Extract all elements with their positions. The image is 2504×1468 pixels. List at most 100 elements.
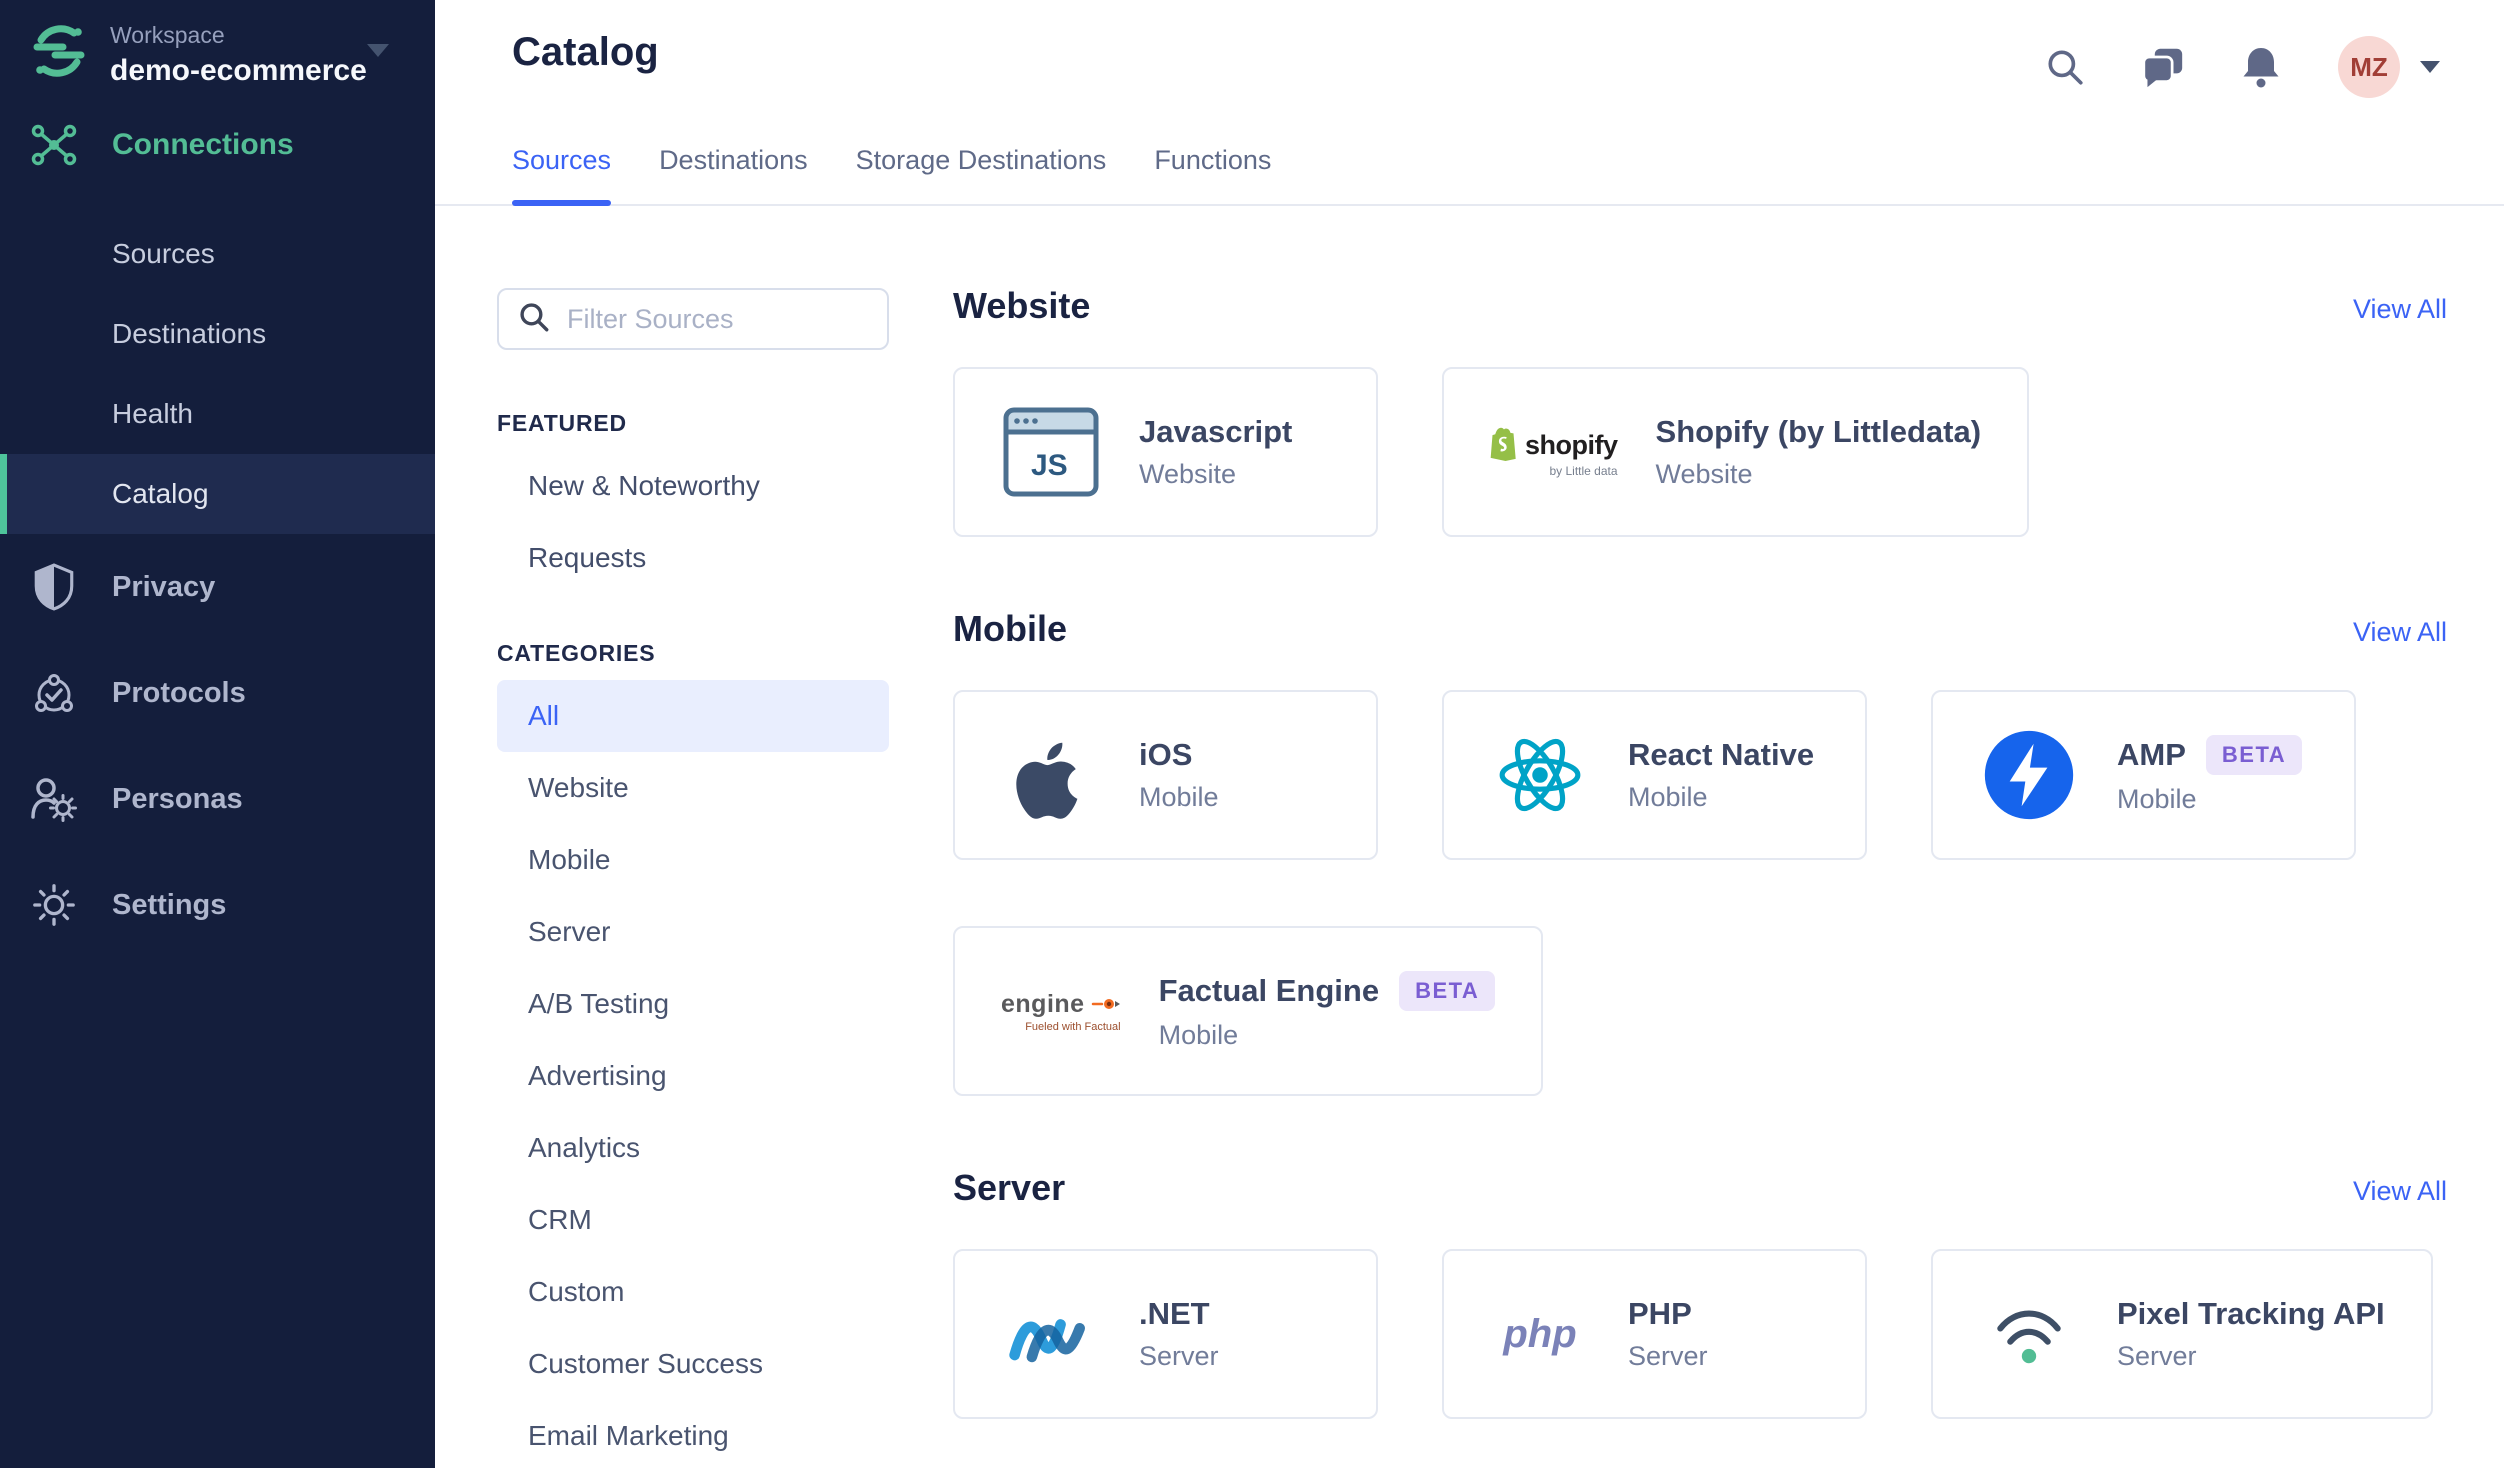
- tab-destinations[interactable]: Destinations: [659, 145, 808, 204]
- section-title: Server: [953, 1167, 1066, 1208]
- catalog-card-php[interactable]: php PHP Server: [1442, 1249, 1867, 1419]
- workspace-caret-down-icon[interactable]: [367, 44, 389, 57]
- view-all-link[interactable]: View All: [2353, 1169, 2447, 1213]
- category-list: All Website Mobile Server A/B Testing Adverti…: [497, 680, 889, 1468]
- card-title: Javascript: [1139, 414, 1292, 450]
- card-name: Factual Engine: [1158, 973, 1380, 1008]
- sidebar: Workspace demo-ecommerce Connections Sou…: [0, 0, 435, 1468]
- svg-text:JS: JS: [1031, 449, 1068, 482]
- sidebar-item-personas[interactable]: Personas: [0, 746, 435, 852]
- sidebar-item-health[interactable]: Health: [0, 374, 435, 454]
- react-icon: [1490, 732, 1590, 818]
- card-text: Factual Engine BETA Mobile: [1159, 971, 1496, 1051]
- card-title: Shopify (by Littledata): [1656, 414, 1982, 450]
- app-window: Workspace demo-ecommerce Connections Sou…: [0, 0, 2504, 1468]
- pixel-tracking-icon: [1979, 1302, 2079, 1366]
- category-item-server[interactable]: Server: [497, 896, 889, 968]
- shield-icon: [30, 563, 78, 611]
- category-item-advertising[interactable]: Advertising: [497, 1040, 889, 1112]
- card-name: React Native: [1628, 737, 1815, 772]
- card-category: Server: [1628, 1341, 1708, 1371]
- card-text: Pixel Tracking API Server: [2117, 1296, 2385, 1372]
- bell-icon[interactable]: [2240, 46, 2282, 88]
- featured-item-requests[interactable]: Requests: [497, 522, 889, 594]
- category-item-crm[interactable]: CRM: [497, 1184, 889, 1256]
- category-item-analytics[interactable]: Analytics: [497, 1112, 889, 1184]
- catalog-card-shopify-by-littledata-[interactable]: shopify by Little data Shopify (by Littled…: [1442, 367, 2030, 537]
- workspace-switcher[interactable]: Workspace demo-ecommerce: [0, 0, 435, 104]
- card-text: iOS Mobile: [1139, 737, 1219, 813]
- card-category: Server: [2117, 1341, 2197, 1371]
- section-header: Server View All: [953, 1166, 2447, 1213]
- filter-sources-box: [497, 288, 889, 350]
- page-header: Catalog Sources Destinations Storage Desti…: [435, 0, 2504, 206]
- tab-functions[interactable]: Functions: [1154, 145, 1271, 204]
- view-all-link[interactable]: View All: [2353, 610, 2447, 654]
- card-category: Mobile: [1158, 1020, 1239, 1050]
- category-item-a-b-testing[interactable]: A/B Testing: [497, 968, 889, 1040]
- card-grid: .NET Server php PHP Server Pixel Tracking API…: [953, 1249, 2447, 1419]
- sidebar-item-protocols[interactable]: Protocols: [0, 640, 435, 746]
- sidebar-item-label: Settings: [112, 888, 227, 921]
- featured-list: New & Noteworthy Requests: [497, 450, 889, 594]
- header-actions: MZ: [2044, 36, 2440, 98]
- section-title: Mobile: [953, 608, 1067, 649]
- connections-icon: [30, 124, 78, 166]
- sidebar-item-destinations[interactable]: Destinations: [0, 294, 435, 374]
- catalog-card-javascript[interactable]: JS Javascript Website: [953, 367, 1378, 537]
- catalog-sections: Website View All JS Javascript Website shopif…: [953, 270, 2447, 1419]
- category-item-custom[interactable]: Custom: [497, 1256, 889, 1328]
- card-title: .NET: [1139, 1296, 1219, 1332]
- tab-storage-destinations[interactable]: Storage Destinations: [856, 145, 1107, 204]
- card-name: PHP: [1628, 1296, 1692, 1331]
- category-item-customer-success[interactable]: Customer Success: [497, 1328, 889, 1400]
- personas-icon: [30, 775, 78, 823]
- category-item-email-marketing[interactable]: Email Marketing: [497, 1400, 889, 1468]
- sidebar-item-sources[interactable]: Sources: [0, 214, 435, 294]
- catalog-card-pixel-tracking-api[interactable]: Pixel Tracking API Server: [1931, 1249, 2433, 1419]
- sidebar-item-catalog[interactable]: Catalog: [0, 454, 435, 534]
- workspace-name: demo-ecommerce: [110, 54, 367, 87]
- catalog-card-ios[interactable]: iOS Mobile: [953, 690, 1378, 860]
- card-category: Website: [1139, 459, 1237, 489]
- category-item-all[interactable]: All: [497, 680, 889, 752]
- user-menu: MZ: [2338, 36, 2440, 98]
- tab-sources[interactable]: Sources: [512, 145, 612, 206]
- beta-badge: BETA: [2205, 735, 2303, 775]
- connections-subnav: Sources Destinations Health Catalog: [0, 214, 435, 534]
- section-title: Website: [953, 285, 1091, 326]
- card-grid: JS Javascript Website shopify by Little data…: [953, 367, 2447, 537]
- featured-item-new-noteworthy[interactable]: New & Noteworthy: [497, 450, 889, 522]
- card-name: iOS: [1139, 737, 1193, 772]
- workspace-text: Workspace demo-ecommerce: [110, 22, 367, 88]
- category-item-mobile[interactable]: Mobile: [497, 824, 889, 896]
- card-category: Server: [1139, 1341, 1219, 1371]
- apple-icon: [1001, 731, 1101, 819]
- card-title: AMP BETA: [2117, 735, 2303, 775]
- php-icon: php: [1503, 1311, 1577, 1356]
- workspace-label: Workspace: [110, 22, 225, 48]
- sidebar-item-privacy[interactable]: Privacy: [0, 534, 435, 640]
- section-website: Website View All JS Javascript Website shopif…: [953, 270, 2447, 537]
- sidebar-item-connections[interactable]: Connections: [0, 112, 435, 178]
- sidebar-item-settings[interactable]: Settings: [0, 852, 435, 958]
- catalog-card--net[interactable]: .NET Server: [953, 1249, 1378, 1419]
- section-header: Website View All: [953, 284, 2447, 331]
- page-title: Catalog: [512, 30, 659, 74]
- card-title: iOS: [1139, 737, 1219, 773]
- card-text: AMP BETA Mobile: [2117, 735, 2303, 815]
- user-menu-caret-down-icon[interactable]: [2420, 61, 2440, 73]
- category-item-website[interactable]: Website: [497, 752, 889, 824]
- catalog-card-amp[interactable]: AMP BETA Mobile: [1931, 690, 2356, 860]
- categories-heading: CATEGORIES: [497, 640, 656, 666]
- filter-sources-input[interactable]: [567, 303, 869, 335]
- catalog-filter-rail: FEATURED New & NoteworthyRequests CATEGO…: [497, 288, 889, 1468]
- chat-icon[interactable]: [2142, 46, 2184, 88]
- search-icon[interactable]: [2044, 46, 2086, 88]
- catalog-card-factual-engine[interactable]: engine Fueled with Factual Factual Engine B…: [953, 926, 1544, 1096]
- view-all-link[interactable]: View All: [2353, 287, 2447, 331]
- avatar[interactable]: MZ: [2338, 36, 2400, 98]
- sidebar-item-label: Connections: [112, 128, 294, 161]
- catalog-card-react-native[interactable]: React Native Mobile: [1442, 690, 1867, 860]
- section-mobile: Mobile View All iOS Mobile React Native Mobil…: [953, 593, 2447, 1096]
